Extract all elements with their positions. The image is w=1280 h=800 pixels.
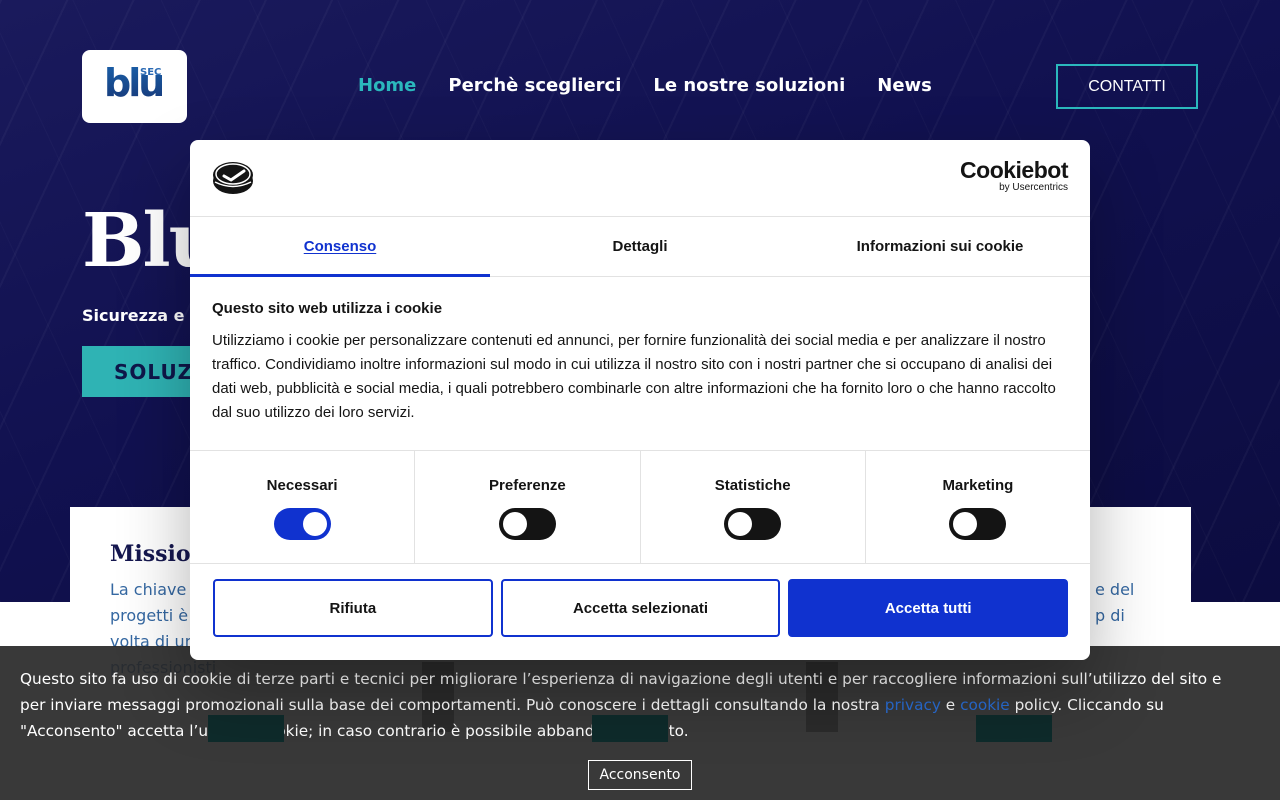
toggle-label: Necessari [266,477,338,494]
tab-informazioni[interactable]: Informazioni sui cookie [790,217,1090,276]
toggle-necessari: Necessari [190,451,416,563]
nav-item-home[interactable]: Home [358,75,416,96]
accetta-selezionati-button[interactable]: Accetta selezionati [500,579,781,637]
statistiche-switch[interactable] [724,508,782,540]
dialog-body: Questo sito web utilizza i cookie Utiliz… [212,300,1070,425]
preferenze-switch[interactable] [498,508,556,540]
background-block [976,715,1052,742]
switch-knob [953,512,978,536]
cookiebot-brand-name: Cookiebot [960,157,1068,183]
toggle-preferenze: Preferenze [415,451,641,563]
cookiebot-brand-by: by Usercentrics [999,182,1068,193]
dialog-body-text: Utilizziamo i cookie per personalizzare … [212,332,1056,421]
cookiebot-logo[interactable]: Cookiebot by Usercentrics [960,158,1068,194]
consent-toggles: Necessari Preferenze Statistiche Marketi… [190,450,1090,564]
cookie-notice-text-part: e [940,696,961,714]
toggle-marketing: Marketing [866,451,1090,563]
switch-knob [502,512,527,536]
background-block [208,715,284,742]
toggle-label: Statistiche [714,477,791,494]
privacy-link[interactable]: privacy [885,696,941,714]
switch-knob [302,512,327,536]
mission-text-right: e del p di [1095,577,1155,629]
toggle-label: Preferenze [489,477,566,494]
tab-label: Informazioni sui cookie [856,238,1024,255]
dialog-actions: Rifiuta Accetta selezionati Accetta tutt… [213,579,1069,637]
tab-dettagli[interactable]: Dettagli [490,217,790,276]
cookie-policy-link[interactable]: cookie [960,696,1010,714]
main-nav: Home Perchè sceglierci Le nostre soluzio… [358,75,932,96]
acconsento-button[interactable]: Acconsento [588,760,692,790]
dialog-header: Cookiebot by Usercentrics [190,140,1090,217]
logo-tag: SEC [140,67,162,78]
toggle-label: Marketing [942,477,1014,494]
rifiuta-button[interactable]: Rifiuta [213,579,493,637]
switch-knob [728,512,753,536]
nav-item-news[interactable]: News [877,75,932,96]
tab-label: Dettagli [612,238,668,255]
nav-item-soluzioni[interactable]: Le nostre soluzioni [653,75,845,96]
background-block [592,715,668,742]
hero-subtitle: Sicurezza e t [82,306,198,325]
nav-item-perche-sceglierci[interactable]: Perchè sceglierci [448,75,621,96]
necessari-switch[interactable] [273,508,331,540]
toggle-statistiche: Statistiche [641,451,866,563]
mission-line: e del [1095,580,1135,599]
marketing-switch[interactable] [949,508,1007,540]
cookiebot-dialog: Cookiebot by Usercentrics Consenso Detta… [190,140,1090,660]
mission-line: p di [1095,606,1125,625]
accetta-tutti-button[interactable]: Accetta tutti [788,579,1069,637]
cookie-icon [213,162,253,194]
contatti-button[interactable]: CONTATTI [1056,64,1198,109]
tab-label: Consenso [303,238,377,255]
site-logo[interactable]: blu SEC [82,50,187,123]
dialog-body-title: Questo sito web utilizza i cookie [212,300,443,317]
dialog-tabs: Consenso Dettagli Informazioni sui cooki… [190,217,1090,277]
tab-consenso[interactable]: Consenso [190,217,490,277]
